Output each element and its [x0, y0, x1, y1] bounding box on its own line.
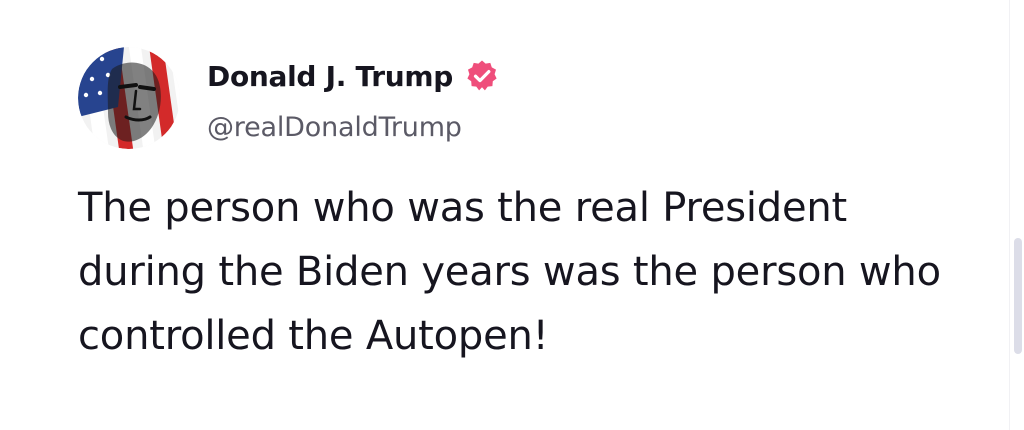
author-name-row: Donald J. Trump [207, 56, 499, 96]
avatar-image [78, 47, 180, 149]
author-display-name[interactable]: Donald J. Trump [207, 60, 453, 93]
post-body-text: The person who was the real President du… [78, 185, 941, 359]
author-handle[interactable]: @realDonaldTrump [207, 112, 462, 143]
avatar[interactable] [78, 47, 180, 149]
scrollbar-track[interactable] [1009, 0, 1024, 430]
scrollbar-thumb[interactable] [1014, 238, 1022, 354]
post-card: Donald J. Trump @realDonaldTrump The per… [0, 0, 1024, 430]
verified-badge-icon [465, 59, 499, 93]
